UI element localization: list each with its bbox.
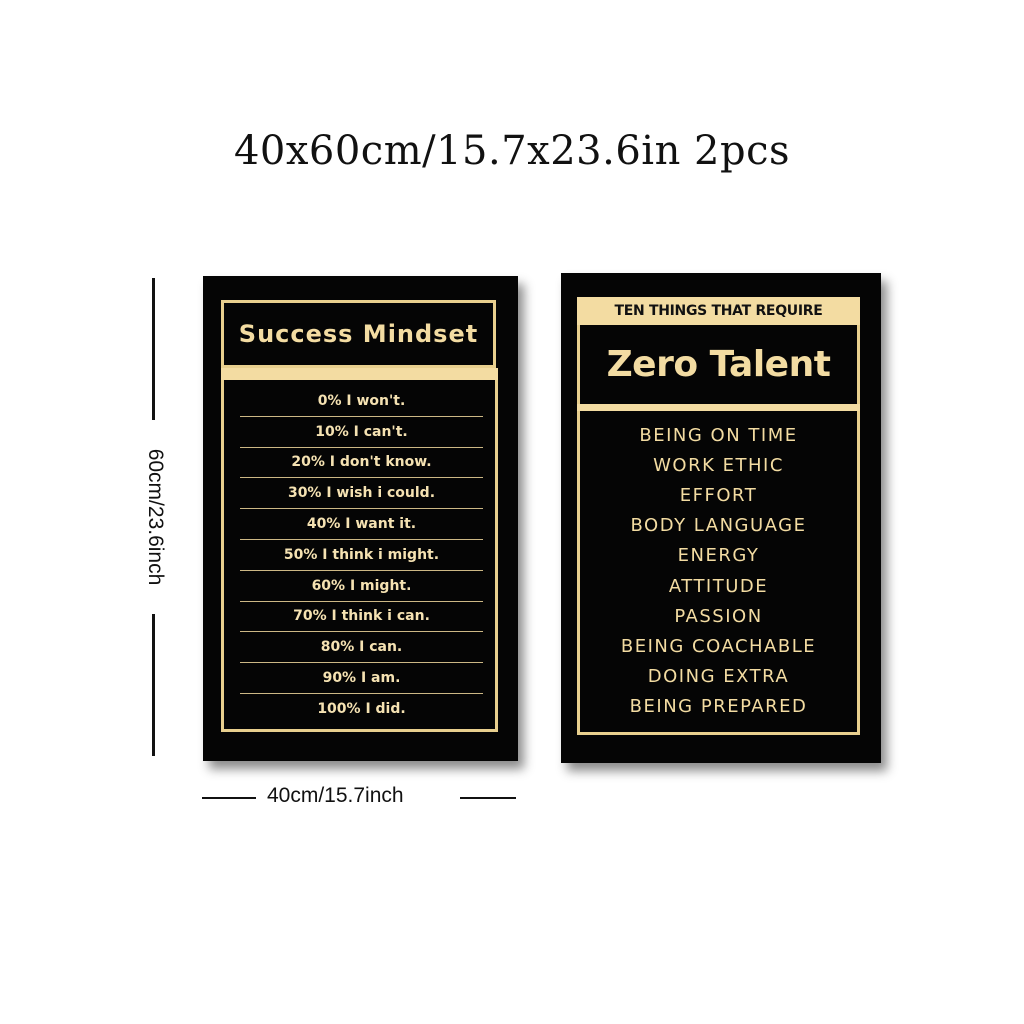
list-item: 20% I don't know.: [240, 448, 483, 479]
width-dimension-label: 40cm/15.7inch: [267, 784, 404, 807]
list-item: 0% I won't.: [240, 386, 483, 417]
list-item: 70% I think i can.: [240, 602, 483, 633]
list-item: BEING COACHABLE: [620, 636, 817, 657]
poster-subtitle: TEN THINGS THAT REQUIRE: [614, 303, 823, 319]
list-item: 30% I wish i could.: [240, 478, 483, 510]
poster-title: Success Mindset: [238, 320, 479, 348]
poster-title: Zero Talent: [606, 344, 831, 385]
width-dimension-line-left: [202, 797, 256, 799]
height-dimension-label: 60cm/23.6inch: [144, 448, 167, 586]
list-item: PASSION: [674, 606, 763, 627]
list-item: 90% I am.: [240, 663, 483, 694]
list-item: DOING EXTRA: [647, 666, 790, 687]
list-item: BODY LANGUAGE: [630, 515, 807, 536]
mindset-list: 0% I won't. 10% I can't. 20% I don't kno…: [221, 380, 498, 732]
height-dimension-line-top: [152, 278, 155, 420]
list-item: 80% I can.: [240, 632, 483, 664]
list-item: ATTITUDE: [668, 576, 769, 597]
list-item: 100% I did.: [317, 701, 406, 718]
list-item: 40% I want it.: [240, 509, 483, 540]
list-item: EFFORT: [679, 485, 758, 506]
list-item: 60% I might.: [240, 571, 483, 602]
list-item: BEING ON TIME: [639, 425, 798, 446]
poster-zero-talent: TEN THINGS THAT REQUIRE Zero Talent BEIN…: [561, 273, 881, 763]
height-dimension-line-bottom: [152, 614, 155, 756]
list-item: ENERGY: [677, 545, 760, 566]
gold-divider-band: [221, 368, 498, 380]
poster-subtitle-band: TEN THINGS THAT REQUIRE: [577, 297, 860, 325]
width-dimension-line-right: [460, 797, 516, 799]
zero-talent-list: BEING ON TIME WORK ETHIC EFFORT BODY LAN…: [577, 411, 860, 735]
poster-title-frame: Success Mindset: [221, 300, 496, 368]
gold-divider-band: [577, 404, 860, 411]
size-headline: 40x60cm/15.7x23.6in 2pcs: [233, 128, 791, 174]
list-item: WORK ETHIC: [653, 455, 784, 476]
poster-success-mindset: Success Mindset 0% I won't. 10% I can't.…: [203, 276, 518, 761]
list-item: BEING PREPARED: [629, 696, 808, 717]
poster-title-frame: Zero Talent: [577, 325, 860, 404]
list-item: 50% I think i might.: [240, 540, 483, 571]
list-item: 10% I can't.: [240, 417, 483, 448]
